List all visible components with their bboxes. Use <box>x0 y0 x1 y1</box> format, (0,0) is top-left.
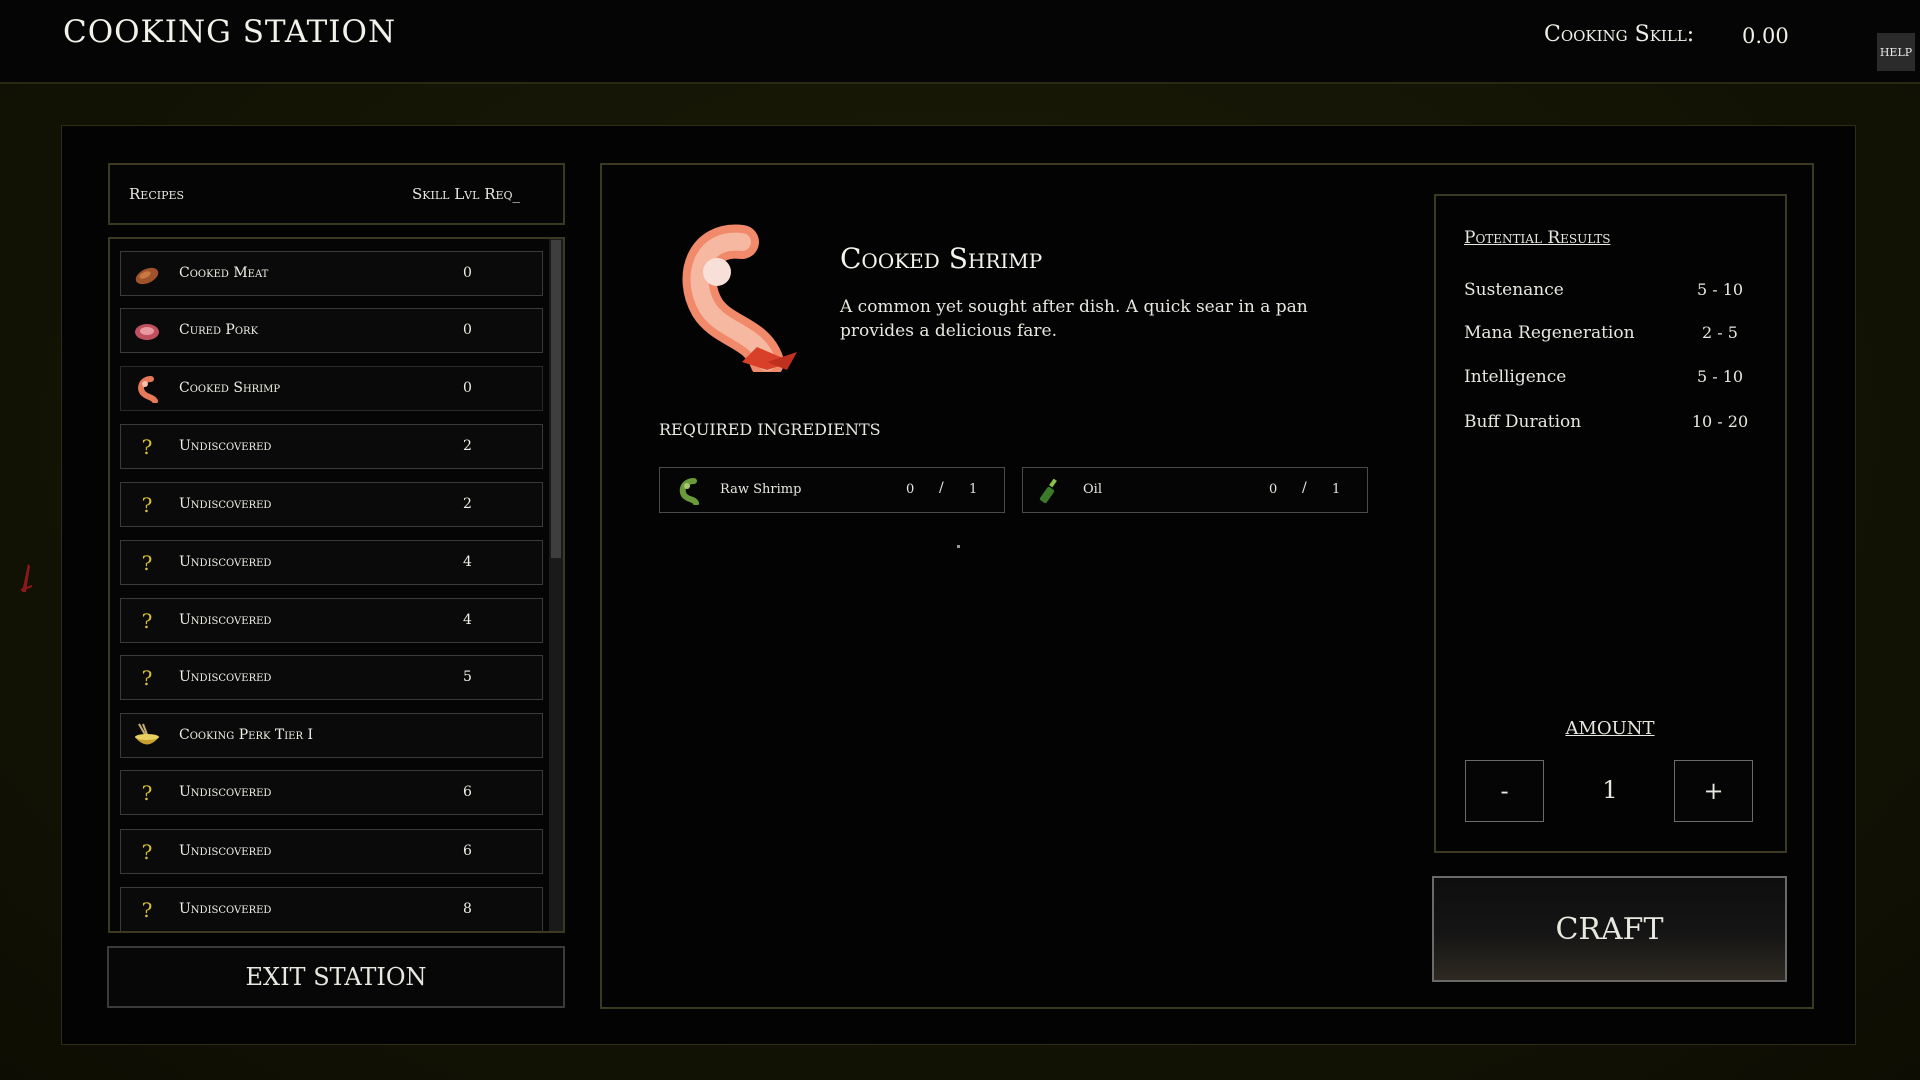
stat-name: Intelligence <box>1464 367 1567 387</box>
recipe-name: Undiscovered <box>179 669 272 685</box>
stat-name: Mana Regeneration <box>1464 323 1635 343</box>
recipe-name: Undiscovered <box>179 784 272 800</box>
recipe-level: 2 <box>463 438 472 454</box>
recipe-item-cooked-shrimp[interactable]: Cooked Shrimp 0 <box>120 366 543 411</box>
recipe-name: Cured Pork <box>179 322 259 338</box>
recipe-item-undiscovered[interactable]: ? Undiscovered 6 <box>120 829 543 874</box>
recipe-item-undiscovered[interactable]: ? Undiscovered 4 <box>120 540 543 585</box>
potential-results-title: Potential Results <box>1464 228 1611 248</box>
recipe-level: 2 <box>463 496 472 512</box>
stat-value: 5 - 10 <box>1696 280 1744 299</box>
recipe-list-scroll-thumb[interactable] <box>551 240 561 558</box>
oil-bottle-icon <box>1039 478 1057 504</box>
ingredient-name: Raw Shrimp <box>720 482 802 497</box>
recipe-item-cooked-meat[interactable]: Cooked Meat 0 <box>120 251 543 296</box>
ingredient-name: Oil <box>1083 482 1102 497</box>
recipe-list: Cooked Meat 0 Cured Pork 0 Cooked Shrimp… <box>108 237 565 933</box>
question-mark-icon: ? <box>141 840 153 864</box>
recipe-item-undiscovered[interactable]: ? Undiscovered 8 <box>120 887 543 931</box>
dish-description: A common yet sought after dish. A quick … <box>840 297 1308 341</box>
question-mark-icon: ? <box>141 493 153 517</box>
exit-station-button[interactable]: EXIT STATION <box>107 946 565 1008</box>
amount-title: AMOUNT <box>1565 718 1655 739</box>
amount-increase-button[interactable]: + <box>1674 760 1753 822</box>
dish-name: Cooked Shrimp <box>840 242 1043 275</box>
cooking-bowl-icon <box>133 722 161 750</box>
question-mark-icon: ? <box>141 781 153 805</box>
recipe-name: Undiscovered <box>179 438 272 454</box>
cooking-skill-value: 0.00 <box>1742 24 1789 48</box>
cured-pork-icon <box>133 317 161 345</box>
ingredient-raw-shrimp[interactable]: Raw Shrimp 0 / 1 <box>659 467 1005 513</box>
ingredient-have-count: 0 <box>1269 482 1278 497</box>
ingredient-need-count: 1 <box>969 482 978 497</box>
recipe-item-undiscovered[interactable]: ? Undiscovered 5 <box>120 655 543 700</box>
cooked-shrimp-image <box>682 224 797 372</box>
recipe-name: Undiscovered <box>179 901 272 917</box>
recipe-name: Cooking Perk Tier I <box>179 727 313 743</box>
cooking-skill-label: Cooking Skill: <box>1544 22 1695 47</box>
craft-button[interactable]: CRAFT <box>1432 876 1787 982</box>
recipes-column-label: Recipes <box>129 185 185 203</box>
top-bar: COOKING STATION Cooking Skill: 0.00 HELP <box>0 0 1920 84</box>
recipe-item-cured-pork[interactable]: Cured Pork 0 <box>120 308 543 353</box>
ingredient-oil[interactable]: Oil 0 / 1 <box>1022 467 1368 513</box>
recipe-name: Cooked Shrimp <box>179 380 281 396</box>
decorative-dot <box>957 545 960 548</box>
ingredient-separator: / <box>1302 480 1307 496</box>
ingredient-need-count: 1 <box>1332 482 1341 497</box>
stat-value: 2 - 5 <box>1702 323 1738 342</box>
recipe-item-undiscovered[interactable]: ? Undiscovered 2 <box>120 482 543 527</box>
recipe-level: 4 <box>463 612 472 628</box>
help-button[interactable]: HELP <box>1877 33 1915 71</box>
recipe-level: 0 <box>463 265 472 281</box>
stat-value: 5 - 10 <box>1696 367 1744 386</box>
amount-decrease-button[interactable]: - <box>1465 760 1544 822</box>
recipe-level: 4 <box>463 554 472 570</box>
recipe-level: 5 <box>463 669 472 685</box>
recipe-item-undiscovered[interactable]: ? Undiscovered 4 <box>120 598 543 643</box>
stat-value: 10 - 20 <box>1691 412 1749 431</box>
recipe-item-undiscovered[interactable]: ? Undiscovered 6 <box>120 770 543 815</box>
decorative-mark-icon <box>20 564 33 592</box>
ingredient-separator: / <box>939 480 944 496</box>
required-ingredients-title: REQUIRED INGREDIENTS <box>659 420 881 439</box>
amount-value: 1 <box>1602 776 1618 804</box>
question-mark-icon: ? <box>141 435 153 459</box>
recipe-level: 0 <box>463 322 472 338</box>
ingredient-have-count: 0 <box>906 482 915 497</box>
recipe-level: 6 <box>463 843 472 859</box>
recipe-level: 0 <box>463 380 472 396</box>
cooked-shrimp-icon <box>133 375 161 403</box>
cooked-meat-icon <box>133 260 161 288</box>
recipes-header: Recipes Skill Lvl Req_ <box>108 163 565 225</box>
station-title: COOKING STATION <box>63 14 397 50</box>
recipe-name: Undiscovered <box>179 612 272 628</box>
recipe-item-cooking-perk[interactable]: Cooking Perk Tier I <box>120 713 543 758</box>
skill-level-column-label: Skill Lvl Req_ <box>412 185 521 203</box>
recipe-level: 6 <box>463 784 472 800</box>
question-mark-icon: ? <box>141 609 153 633</box>
recipe-item-undiscovered[interactable]: ? Undiscovered 2 <box>120 424 543 469</box>
question-mark-icon: ? <box>141 666 153 690</box>
raw-shrimp-icon <box>679 478 699 505</box>
recipe-name: Undiscovered <box>179 843 272 859</box>
recipe-level: 8 <box>463 901 472 917</box>
question-mark-icon: ? <box>141 551 153 575</box>
recipe-name: Undiscovered <box>179 496 272 512</box>
stat-name: Buff Duration <box>1464 412 1582 432</box>
stat-name: Sustenance <box>1464 280 1564 300</box>
recipe-name: Cooked Meat <box>179 265 269 281</box>
recipe-name: Undiscovered <box>179 554 272 570</box>
question-mark-icon: ? <box>141 898 153 922</box>
